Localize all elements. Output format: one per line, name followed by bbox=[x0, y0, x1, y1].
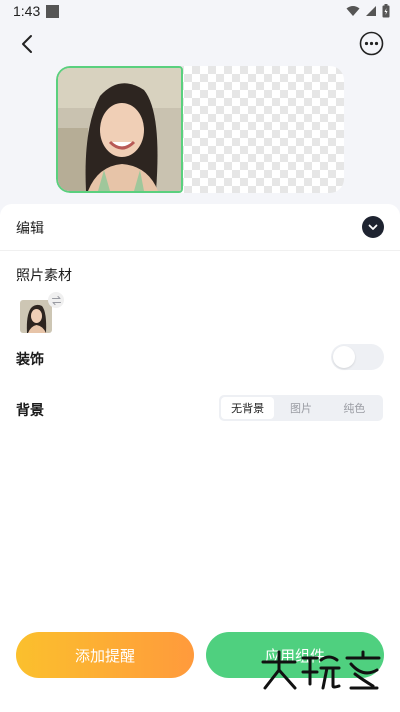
status-icons bbox=[346, 4, 390, 18]
edit-title: 编辑 bbox=[16, 221, 44, 237]
edit-panel: 编辑 照片素材 装饰 背景 无背景 图片 纯色 添加提醒 应用组件 bbox=[0, 204, 400, 712]
decoration-toggle[interactable] bbox=[331, 344, 384, 370]
add-reminder-button[interactable]: 添加提醒 bbox=[16, 632, 194, 678]
wifi-icon bbox=[346, 6, 360, 16]
widget-preview bbox=[56, 66, 344, 193]
preview-photo[interactable] bbox=[56, 66, 183, 193]
chevron-left-icon bbox=[22, 35, 32, 53]
portrait-image bbox=[58, 68, 181, 191]
more-horizontal-icon bbox=[359, 31, 384, 56]
photo-material-title: 照片素材 bbox=[16, 268, 72, 284]
edit-header[interactable]: 编辑 bbox=[0, 204, 400, 251]
status-bar: 1:43 bbox=[0, 0, 400, 24]
swap-icon bbox=[51, 295, 61, 305]
chevron-down-icon bbox=[368, 224, 378, 230]
watermark-logo bbox=[261, 650, 381, 690]
portrait-thumbnail-image bbox=[20, 300, 52, 333]
signal-icon bbox=[366, 6, 376, 16]
status-time: 1:43 bbox=[13, 3, 41, 19]
notification-icon bbox=[46, 5, 59, 18]
more-options-button[interactable] bbox=[359, 31, 384, 56]
background-option-solid[interactable]: 纯色 bbox=[328, 397, 381, 419]
background-segmented-control: 无背景 图片 纯色 bbox=[219, 395, 383, 421]
decoration-title: 装饰 bbox=[16, 352, 44, 368]
photo-material-thumbnail[interactable] bbox=[20, 300, 52, 333]
background-option-none[interactable]: 无背景 bbox=[221, 397, 275, 419]
swap-photo-button[interactable] bbox=[48, 292, 64, 308]
battery-icon bbox=[382, 4, 390, 18]
bottom-bar bbox=[0, 706, 400, 712]
toggle-knob bbox=[333, 346, 355, 368]
background-option-image[interactable]: 图片 bbox=[274, 397, 327, 419]
collapse-toggle-button[interactable] bbox=[362, 216, 384, 238]
back-button[interactable] bbox=[14, 31, 40, 57]
background-title: 背景 bbox=[16, 403, 44, 419]
